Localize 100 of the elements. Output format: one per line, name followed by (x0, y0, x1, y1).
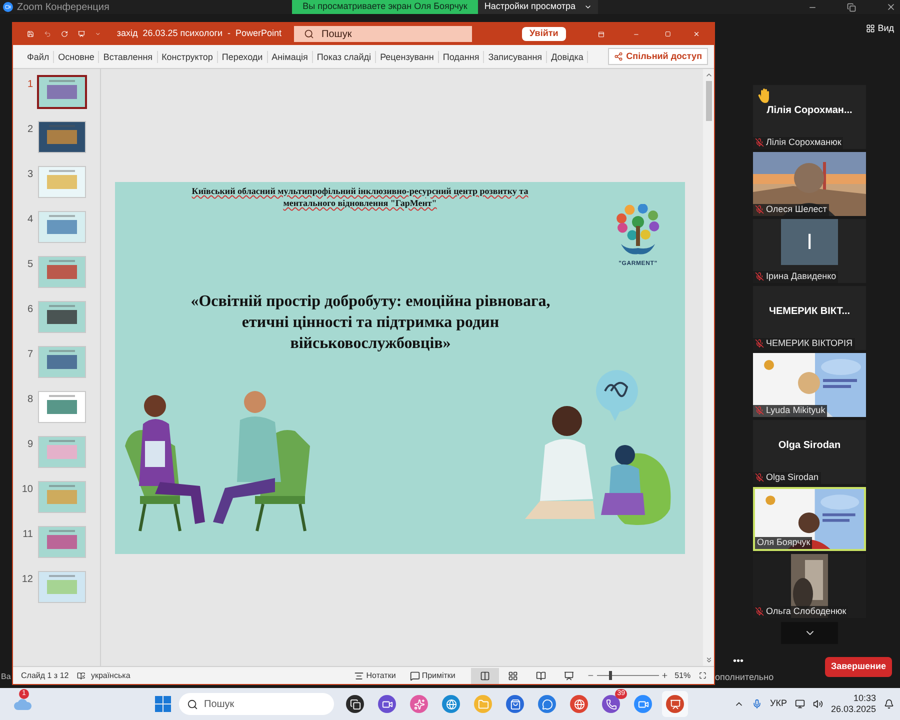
name-label: ЧЕМЕРИК ВІКТОРІЯ (753, 338, 855, 350)
notes-button[interactable]: Нотатки (354, 670, 396, 682)
grid-view-icon (508, 670, 518, 680)
volume-icon[interactable] (812, 699, 823, 709)
network-icon[interactable] (794, 699, 805, 709)
name-label: Лілія Сорохманюк (753, 136, 844, 148)
zoom-in-icon[interactable] (661, 671, 669, 680)
slide-number: 7 (26, 348, 34, 362)
slide-thumbnail[interactable] (39, 347, 85, 377)
notifications-icon[interactable] (884, 699, 894, 709)
slide-thumbnail[interactable] (39, 212, 85, 242)
name-label: Оля Боярчук (755, 536, 812, 548)
ribbon-tab[interactable]: Анімація (268, 50, 313, 62)
ribbon-tab[interactable]: Конструктор (158, 50, 218, 62)
slide-number: 10 (20, 483, 34, 497)
view-button[interactable]: Вид (866, 22, 894, 36)
avatar: І (781, 218, 838, 264)
maximize-icon[interactable] (665, 29, 671, 39)
slide-number: 5 (26, 258, 34, 272)
share-icon (614, 52, 624, 61)
present-icon[interactable] (78, 28, 85, 40)
window-title: Zoom Конференция (17, 0, 110, 14)
ribbon-tab[interactable]: Показ слайді (312, 50, 376, 62)
app-icon (346, 695, 364, 713)
name-label: Olga Sirodan (753, 472, 821, 484)
slide-thumbnail[interactable] (39, 527, 85, 557)
restore-icon[interactable] (847, 2, 856, 12)
slide-thumbnail[interactable] (39, 482, 85, 512)
app-icon (538, 695, 556, 713)
notes-icon (354, 670, 364, 680)
ribbon-tab[interactable]: Подання (438, 50, 484, 62)
reading-view-icon (536, 670, 546, 680)
name-label: Олеся Шелест (753, 204, 829, 216)
next-slide-icon[interactable] (704, 656, 712, 664)
slide-thumbnail[interactable] (39, 437, 85, 467)
scroll-up-icon[interactable] (704, 71, 712, 79)
ribbon-tab[interactable]: Файл (23, 50, 54, 62)
participant-display-name: Лілія Сорохман... (766, 104, 852, 118)
slide-thumbnail[interactable] (39, 122, 85, 152)
participant-display-name: ЧЕМЕРИК ВІКТ... (768, 305, 850, 319)
hidden-label-fragment: ополнительно (715, 671, 774, 684)
slide-number: 11 (22, 528, 34, 542)
slide-thumbnail[interactable] (39, 77, 85, 107)
sign-in-button[interactable]: Увійти (522, 27, 566, 41)
taskbar-search-box[interactable]: Пошук (179, 693, 334, 715)
app-icon (634, 695, 652, 713)
slide-thumbnail[interactable] (39, 572, 85, 602)
slide-number: 6 (26, 303, 34, 317)
slide-number: 9 (26, 438, 34, 452)
ribbon-tab[interactable]: Записування (484, 50, 548, 62)
app-icon (410, 695, 428, 713)
close-icon[interactable] (886, 2, 896, 12)
ribbon-tab[interactable]: Рецензуванн (376, 50, 439, 62)
app-icon (474, 695, 492, 713)
slide-number: 12 (20, 573, 34, 587)
taskbar-search-field[interactable]: Пошук (204, 696, 314, 712)
app-icon (378, 695, 396, 713)
more-button[interactable]: ••• (733, 654, 744, 669)
redo-icon[interactable] (61, 28, 68, 40)
normal-view-icon (480, 670, 490, 680)
slide-number: 1 (26, 78, 34, 92)
app-icon (666, 695, 684, 713)
slide-thumbnail[interactable] (39, 392, 85, 422)
comments-button[interactable]: Примітки (410, 670, 456, 682)
language-label: українська (90, 670, 130, 682)
ribbon-tab[interactable]: Переходи (218, 50, 268, 62)
search-field[interactable]: Пошук (322, 26, 462, 42)
end-meeting-button[interactable]: Завершение (825, 657, 892, 677)
clock[interactable]: 10:33 26.03.2025 (830, 693, 876, 715)
slide-header: Київський обласний мультипрофільний інклюзивно-ресурсний центр розвитку та ментального відновлення "ГарМент" (190, 184, 530, 208)
share-button[interactable]: Спільний доступ (608, 48, 708, 65)
document-title: захід 26.03.25 психологи - PowerPoint (116, 27, 282, 40)
zoom-slider[interactable] (596, 670, 660, 680)
fit-to-window-icon[interactable] (698, 671, 706, 680)
microphone-icon[interactable] (752, 699, 762, 709)
view-options-button[interactable]: Настройки просмотра (478, 0, 598, 14)
input-language[interactable]: УКР (770, 697, 787, 711)
slide-thumbnail[interactable] (39, 257, 85, 287)
slide-title: «Освітній простір добробуту: емоційна рівновага, етичні цінності та підтримка родин військовослужбовців» (190, 292, 552, 354)
participant-display-name: Olga Sirodan (778, 439, 841, 453)
slide-thumbnail[interactable] (39, 167, 85, 197)
windows-start-icon[interactable] (155, 696, 171, 712)
app-icon (442, 695, 460, 713)
scrollbar-thumb[interactable] (706, 81, 712, 121)
ribbon-tab[interactable]: Вставлення (99, 50, 158, 62)
search-box[interactable]: Пошук (294, 26, 472, 42)
view-button[interactable] (471, 668, 500, 684)
share-banner: Вы просматриваете экран Оля Боярчук (292, 0, 478, 14)
slideshow-view-icon (564, 670, 574, 680)
ribbon-tab[interactable]: Основне (54, 50, 100, 62)
zoom-percentage: 51% (674, 670, 691, 682)
zoom-slider-thumb[interactable] (609, 671, 612, 680)
slide-number: 8 (26, 393, 34, 407)
accessibility-icon[interactable] (76, 670, 85, 680)
save-icon[interactable] (27, 28, 34, 40)
slide-number: 3 (26, 168, 34, 182)
name-label: Ірина Давиденко (753, 270, 838, 282)
ribbon-tab[interactable]: Довідка (547, 50, 588, 62)
grid-icon (866, 24, 875, 34)
slide-thumbnail[interactable] (39, 302, 85, 332)
